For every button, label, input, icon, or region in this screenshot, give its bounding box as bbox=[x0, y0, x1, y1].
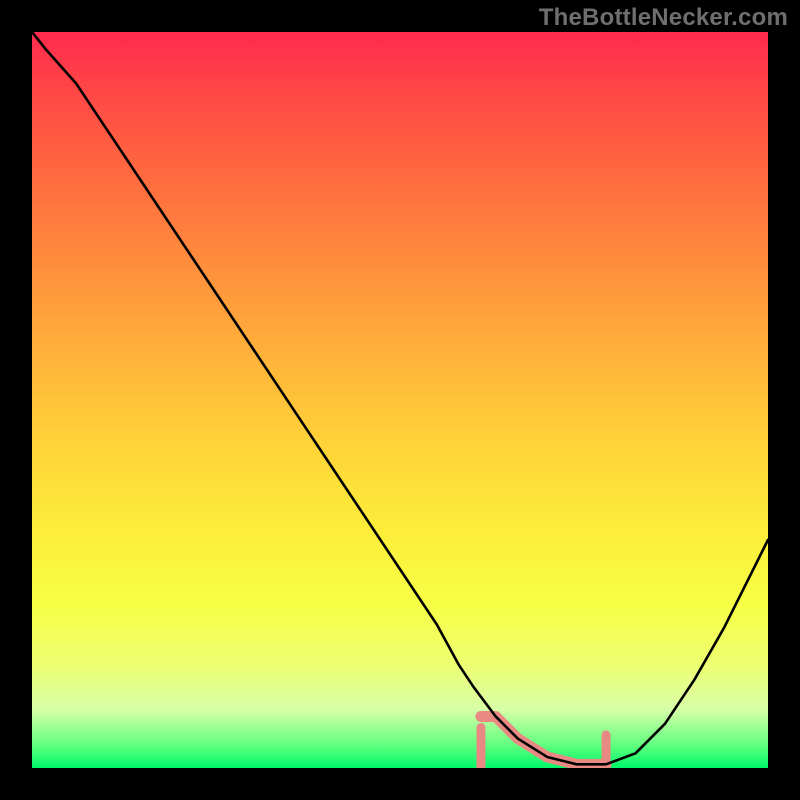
chart-frame: TheBottleNecker.com bbox=[0, 0, 800, 800]
plot-area bbox=[32, 32, 768, 768]
watermark-text: TheBottleNecker.com bbox=[539, 4, 788, 32]
bottleneck-curve bbox=[32, 32, 768, 768]
